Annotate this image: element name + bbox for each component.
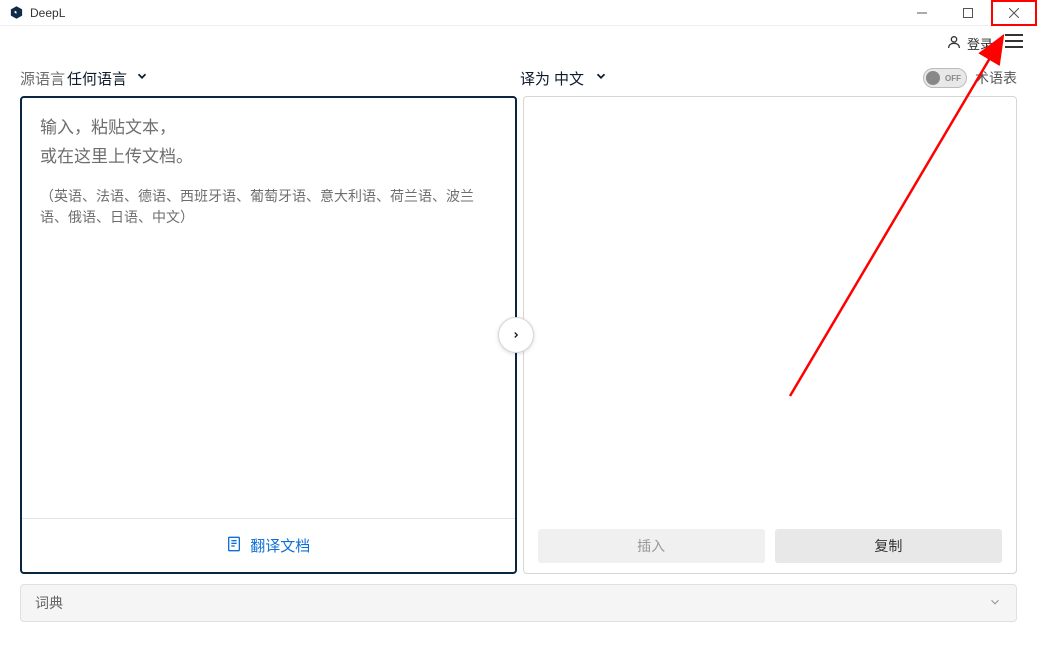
swap-languages-button[interactable] [498,317,534,353]
app-icon [8,5,24,21]
dictionary-bar[interactable]: 词典 [20,584,1017,622]
toggle-state-label: OFF [945,74,961,83]
close-button[interactable] [991,0,1037,26]
target-language-label: 译为 [520,68,550,89]
source-language-label: 源语言 [20,68,65,89]
placeholder-line-2: 或在这里上传文档。 [40,143,497,172]
translate-document-button[interactable]: 翻译文档 [226,535,310,557]
glossary-area: OFF 术语表 [923,68,1017,88]
target-language-value: 中文 [554,68,584,89]
header: 登录 [0,26,1037,60]
source-panel: 输入，粘贴文本， 或在这里上传文档。 （英语、法语、德语、西班牙语、葡萄牙语、意… [20,96,517,574]
source-panel-footer: 翻译文档 [22,518,515,572]
target-language-selector[interactable]: 译为 中文 [520,68,608,89]
minimize-button[interactable] [899,0,945,26]
target-output [524,97,1017,519]
dictionary-label: 词典 [35,593,63,613]
source-language-selector[interactable]: 源语言 任何语言 [20,68,149,89]
document-icon [226,535,242,557]
login-label: 登录 [967,34,993,53]
toggle-knob [926,71,940,85]
translate-document-label: 翻译文档 [250,535,310,556]
glossary-toggle[interactable]: OFF [923,68,967,88]
user-icon [946,34,962,53]
titlebar: DeepL [0,0,1037,26]
insert-button[interactable]: 插入 [538,529,765,563]
chevron-down-icon [594,69,608,87]
target-panel: 插入 复制 [523,96,1018,574]
supported-languages-hint: （英语、法语、德语、西班牙语、葡萄牙语、意大利语、荷兰语、波兰语、俄语、日语、中… [40,186,497,228]
app-title: DeepL [30,6,65,20]
maximize-button[interactable] [945,0,991,26]
source-placeholder: 输入，粘贴文本， 或在这里上传文档。 [40,114,497,172]
chevron-down-icon [988,595,1002,612]
target-panel-footer: 插入 复制 [524,519,1017,573]
language-selector-row: 源语言 任何语言 译为 中文 OFF 术语表 [0,60,1037,96]
menu-button[interactable] [1005,34,1023,53]
chevron-down-icon [135,69,149,87]
source-input[interactable]: 输入，粘贴文本， 或在这里上传文档。 （英语、法语、德语、西班牙语、葡萄牙语、意… [22,98,515,518]
copy-button[interactable]: 复制 [775,529,1002,563]
translation-panels: 输入，粘贴文本， 或在这里上传文档。 （英语、法语、德语、西班牙语、葡萄牙语、意… [0,96,1037,574]
login-button[interactable]: 登录 [946,34,993,53]
window-controls [899,0,1037,26]
glossary-label: 术语表 [975,68,1017,88]
source-language-value: 任何语言 [67,68,127,89]
placeholder-line-1: 输入，粘贴文本， [40,114,497,143]
